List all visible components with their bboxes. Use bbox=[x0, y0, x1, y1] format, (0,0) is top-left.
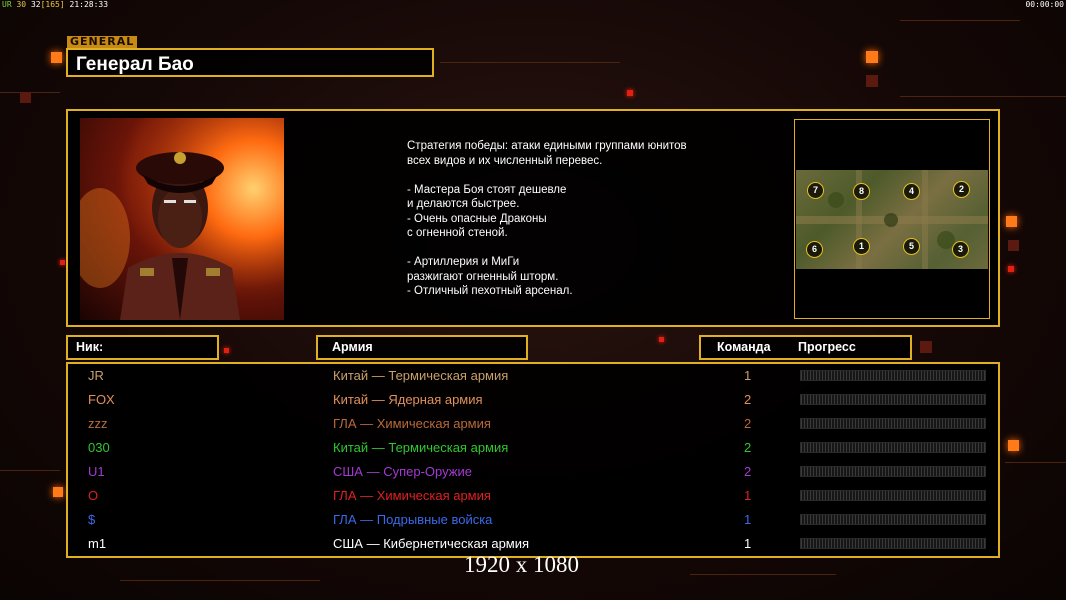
strategy-description: Стратегия победы: атаки едиными группами… bbox=[407, 140, 687, 297]
player-row: O ГЛА — Химическая армия 1 bbox=[68, 484, 998, 508]
player-team: 2 bbox=[744, 464, 752, 479]
player-progress-bar bbox=[800, 490, 986, 501]
player-team: 1 bbox=[744, 368, 752, 383]
player-army: Китай — Ядерная армия bbox=[333, 392, 483, 407]
map-slot[interactable]: 4 bbox=[903, 183, 920, 200]
player-progress-bar bbox=[800, 370, 986, 381]
map-slot[interactable]: 7 bbox=[807, 182, 824, 199]
player-progress-bar bbox=[800, 466, 986, 477]
hud-right-clock: 00:00:00 bbox=[1025, 0, 1064, 9]
players-table: JR Китай — Термическая армия 1 FOX Китай… bbox=[66, 362, 1000, 558]
player-progress-bar bbox=[800, 442, 986, 453]
general-portrait bbox=[80, 118, 284, 320]
player-team: 1 bbox=[744, 536, 752, 551]
player-nick: U1 bbox=[88, 464, 105, 479]
player-row: $ ГЛА — Подрывные войска 1 bbox=[68, 508, 998, 532]
minimap[interactable]: 7 8 4 2 6 1 5 3 bbox=[796, 170, 988, 269]
player-nick: m1 bbox=[88, 536, 107, 551]
map-slot[interactable]: 3 bbox=[952, 241, 969, 258]
player-nick: 030 bbox=[88, 440, 110, 455]
player-nick: $ bbox=[88, 512, 96, 527]
player-row: zzz ГЛА — Химическая армия 2 bbox=[68, 412, 998, 436]
player-nick: FOX bbox=[88, 392, 115, 407]
player-progress-bar bbox=[800, 514, 986, 525]
header-team-progress: Команда Прогресс bbox=[699, 335, 912, 360]
player-row: FOX Китай — Ядерная армия 2 bbox=[68, 388, 998, 412]
general-name: Генерал Бао bbox=[66, 48, 434, 77]
player-team: 2 bbox=[744, 416, 752, 431]
hud-clock: 21:28:33 bbox=[69, 0, 109, 9]
map-slot[interactable]: 8 bbox=[853, 183, 870, 200]
general-tag: GENERAL bbox=[67, 36, 138, 48]
player-team: 1 bbox=[744, 512, 752, 527]
player-army: Китай — Термическая армия bbox=[333, 440, 509, 455]
map-slot[interactable]: 6 bbox=[806, 241, 823, 258]
player-team: 1 bbox=[744, 488, 752, 503]
header-army: Армия bbox=[316, 335, 528, 360]
player-army: США — Супер-Оружие bbox=[333, 464, 472, 479]
player-row: 030 Китай — Термическая армия 2 bbox=[68, 436, 998, 460]
header-progress-label: Прогресс bbox=[798, 340, 856, 354]
player-team: 2 bbox=[744, 392, 752, 407]
player-nick: zzz bbox=[88, 416, 108, 431]
hud-value-c: [165] bbox=[40, 0, 65, 9]
player-army: ГЛА — Химическая армия bbox=[333, 416, 491, 431]
player-army: ГЛА — Химическая армия bbox=[333, 488, 491, 503]
player-progress-bar bbox=[800, 418, 986, 429]
player-nick: JR bbox=[88, 368, 104, 383]
player-progress-bar bbox=[800, 538, 986, 549]
hud-value-a: 30 bbox=[16, 0, 27, 9]
player-row: U1 США — Супер-Оружие 2 bbox=[68, 460, 998, 484]
header-team-label: Команда bbox=[717, 340, 771, 354]
hud-left: UR 30 32[165] 21:28:33 bbox=[2, 0, 108, 9]
player-progress-bar bbox=[800, 394, 986, 405]
header-nick: Ник: bbox=[66, 335, 219, 360]
header-army-label: Армия bbox=[332, 340, 373, 354]
header-nick-label: Ник: bbox=[76, 340, 104, 354]
player-army: ГЛА — Подрывные войска bbox=[333, 512, 493, 527]
map-slot[interactable]: 1 bbox=[853, 238, 870, 255]
map-slot[interactable]: 2 bbox=[953, 181, 970, 198]
player-nick: O bbox=[88, 488, 99, 503]
hud-value-b: 32 bbox=[30, 0, 41, 9]
map-slot[interactable]: 5 bbox=[903, 238, 920, 255]
player-row: JR Китай — Термическая армия 1 bbox=[68, 364, 998, 388]
player-team: 2 bbox=[744, 440, 752, 455]
hud-prefix: UR bbox=[2, 0, 12, 9]
resolution-label: 1920 x 1080 bbox=[464, 552, 579, 577]
player-army: Китай — Термическая армия bbox=[333, 368, 509, 383]
